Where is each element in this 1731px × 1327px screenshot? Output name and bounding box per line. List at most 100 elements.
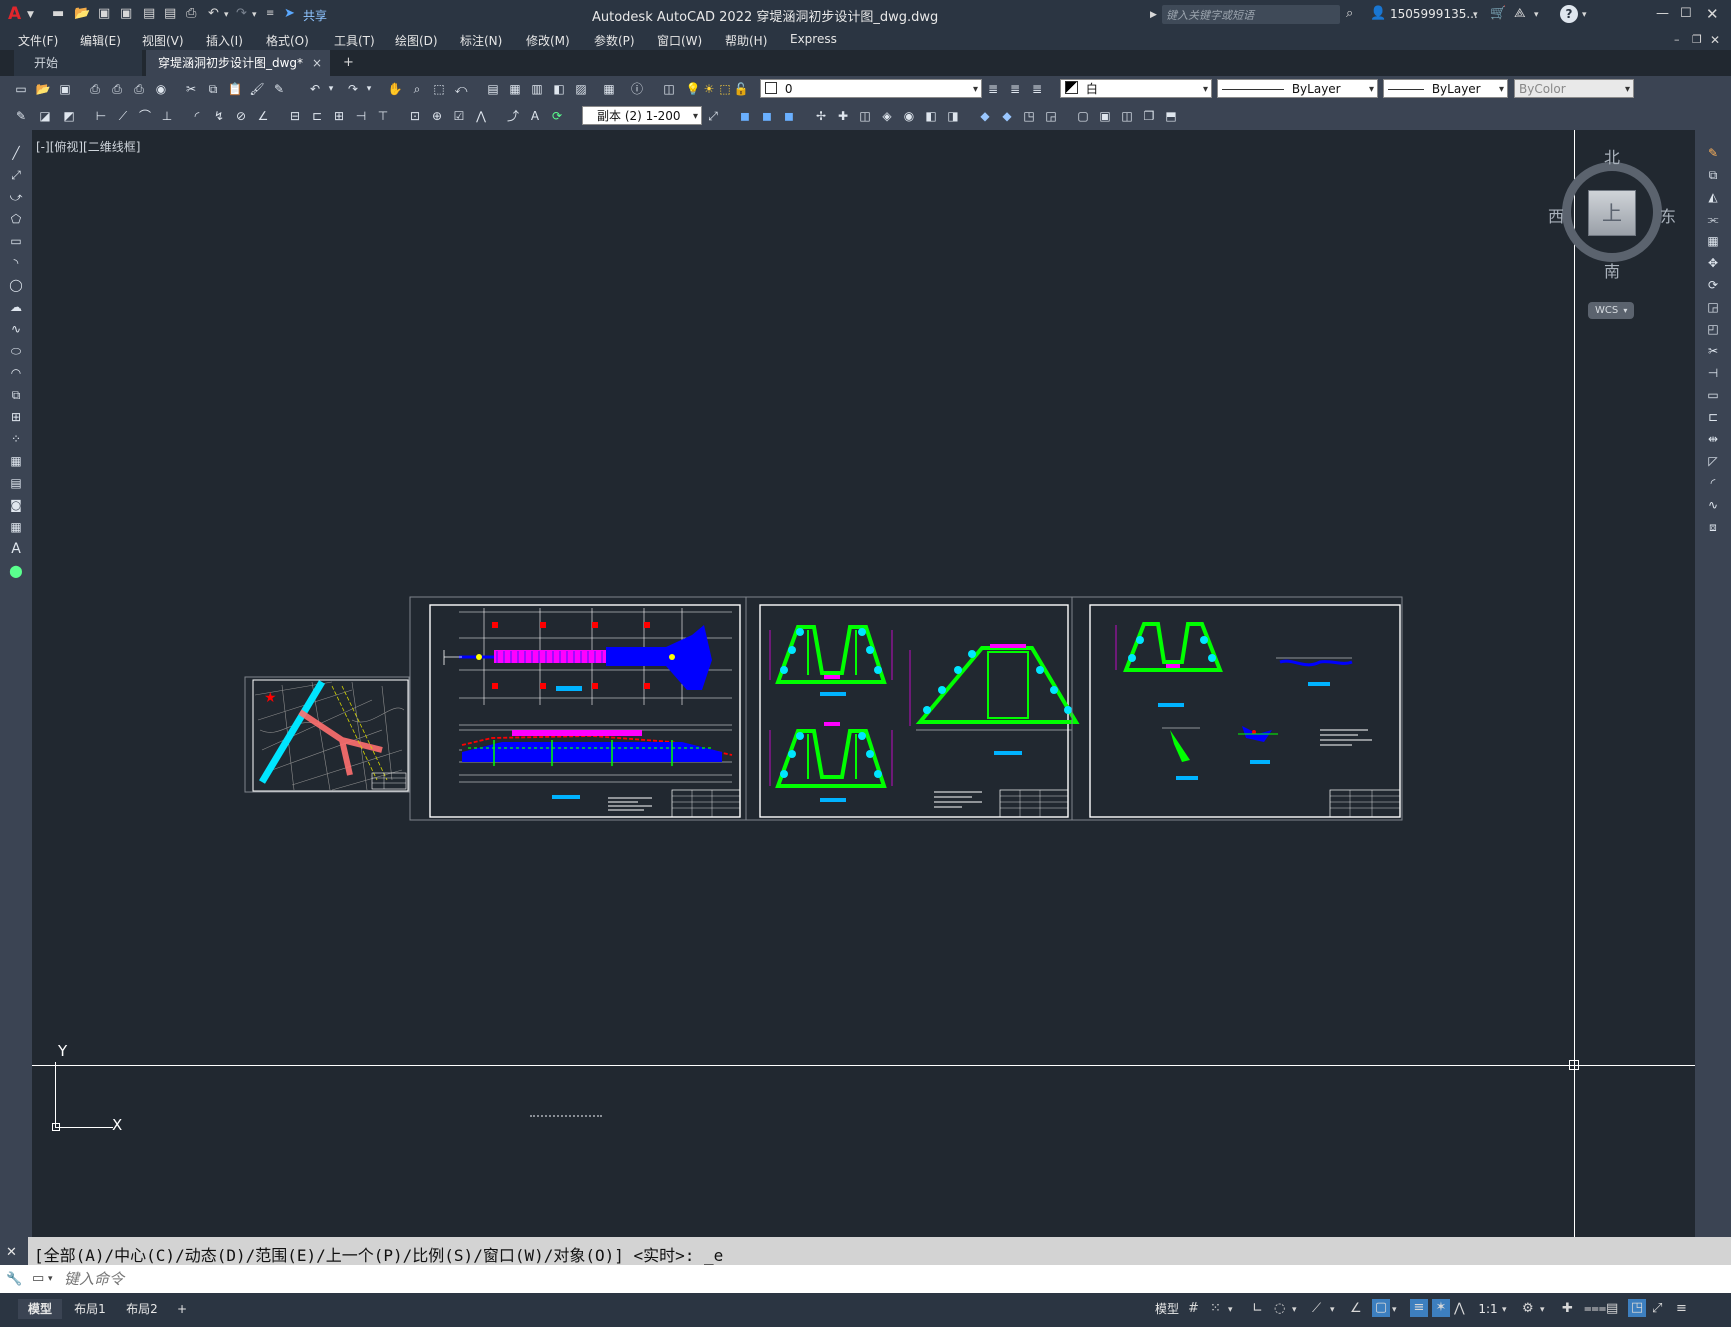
layer-previous-icon[interactable]: ≣: [1006, 80, 1024, 98]
menu-draw[interactable]: 绘图(D): [395, 32, 438, 49]
layer-combo[interactable]: 0 ▾: [760, 79, 982, 98]
align-3d-icon[interactable]: ◫: [856, 107, 874, 125]
fillet-tool-icon[interactable]: ◜: [1704, 474, 1722, 492]
command-input[interactable]: [62, 1268, 1666, 1290]
sweep-icon[interactable]: ◳: [1020, 107, 1038, 125]
undo-dropdown-icon[interactable]: ▾: [322, 80, 340, 98]
redo-dropdown-icon[interactable]: ▾: [360, 80, 378, 98]
markup-icon[interactable]: ▨: [572, 80, 590, 98]
qnew-icon[interactable]: ▭: [12, 80, 30, 98]
tab-start[interactable]: 开始: [14, 50, 142, 76]
layer-match-icon[interactable]: ◪: [36, 107, 54, 125]
web-save-icon[interactable]: ▤: [164, 5, 176, 23]
polyline-tool-icon[interactable]: ⤻: [7, 188, 25, 206]
recent-commands-dropdown-icon[interactable]: ▾: [48, 1270, 53, 1288]
snap-icon[interactable]: ⁙: [1210, 1300, 1221, 1318]
calculator-icon[interactable]: ▦: [600, 80, 618, 98]
extend-tool-icon[interactable]: ⊣: [1704, 364, 1722, 382]
new-file-icon[interactable]: ▬: [52, 5, 64, 23]
command-line[interactable]: 🔧 ▭ ▾: [0, 1265, 1731, 1293]
dim-edit-icon[interactable]: ⤴: [504, 107, 522, 125]
block-editor-icon[interactable]: ✎: [270, 80, 288, 98]
menu-express[interactable]: Express: [790, 32, 837, 46]
lineweight-combo[interactable]: ByLayer ▾: [1383, 79, 1508, 98]
customize-command-icon[interactable]: 🔧: [6, 1271, 22, 1289]
dim-aligned-icon[interactable]: ⟋: [114, 107, 132, 125]
menu-window[interactable]: 窗口(W): [657, 32, 702, 49]
blend-tool-icon[interactable]: ∿: [1704, 496, 1722, 514]
grid-icon[interactable]: #: [1188, 1300, 1199, 1318]
rotate-3d-icon[interactable]: ✚: [834, 107, 852, 125]
chamfer-tool-icon[interactable]: ◸: [1704, 452, 1722, 470]
units-icon[interactable]: ⩶: [1584, 1300, 1606, 1318]
dim-break-icon[interactable]: ⊤: [374, 107, 392, 125]
customize-status-icon[interactable]: ≡: [1676, 1300, 1687, 1318]
menu-file[interactable]: 文件(F): [18, 32, 58, 49]
copy-icon[interactable]: ⧉: [204, 80, 222, 98]
dim-space-icon[interactable]: ⊣: [352, 107, 370, 125]
customize-qat-icon[interactable]: ≡: [266, 5, 274, 23]
plot-icon[interactable]: ⎙: [86, 80, 104, 98]
menu-edit[interactable]: 编辑(E): [80, 32, 121, 49]
arc-tool-icon[interactable]: ◝: [7, 254, 25, 272]
doc-minimize-icon[interactable]: –: [1674, 31, 1680, 49]
point-tool-icon[interactable]: ⁘: [7, 430, 25, 448]
redo-icon[interactable]: ↷: [236, 5, 247, 23]
trim-tool-icon[interactable]: ✂: [1704, 342, 1722, 360]
union-icon[interactable]: ◼: [736, 107, 754, 125]
layer-lock-icon[interactable]: 🔓: [732, 80, 750, 98]
dim-jogged-icon[interactable]: ↯: [210, 107, 228, 125]
graphics-performance-icon[interactable]: ◳: [1628, 1299, 1646, 1317]
quick-properties-icon[interactable]: ▤: [1606, 1300, 1618, 1318]
minimize-icon[interactable]: —: [1656, 5, 1669, 23]
dimstyle-manager-icon[interactable]: ⤢: [704, 107, 722, 125]
recent-commands-icon[interactable]: ▭: [32, 1270, 44, 1288]
dim-radius-icon[interactable]: ◜: [188, 107, 206, 125]
menu-insert[interactable]: 插入(I): [206, 32, 243, 49]
isodraft-icon[interactable]: ⟋: [1312, 1300, 1321, 1318]
command-close-icon[interactable]: ✕: [6, 1244, 17, 1262]
isodraft-dropdown-icon[interactable]: ▾: [1330, 1301, 1335, 1319]
apps-dropdown-icon[interactable]: ▾: [1534, 6, 1539, 24]
drawing-sheets[interactable]: ★: [32, 130, 1695, 1237]
add-layout-tab[interactable]: +: [172, 1299, 192, 1319]
polar-dropdown-icon[interactable]: ▾: [1292, 1301, 1297, 1319]
spline-tool-icon[interactable]: ∿: [7, 320, 25, 338]
menu-modify[interactable]: 修改(M): [526, 32, 570, 49]
loft-icon[interactable]: ◲: [1042, 107, 1060, 125]
menu-parametric[interactable]: 参数(P): [594, 32, 635, 49]
sheet-set-icon[interactable]: ◧: [550, 80, 568, 98]
osnap-icon[interactable]: ▢: [1372, 1299, 1390, 1317]
user-dropdown-icon[interactable]: ▾: [1473, 6, 1478, 24]
table-tool-icon[interactable]: ▦: [7, 518, 25, 536]
paste-icon[interactable]: 📋: [226, 80, 244, 98]
undo-dropdown-icon[interactable]: ▾: [224, 6, 229, 24]
app-menu-arrow-icon[interactable]: ▼: [27, 6, 34, 24]
erase-tool-icon[interactable]: ✎: [1704, 144, 1722, 162]
vp-create-icon[interactable]: ▢: [1074, 107, 1092, 125]
ellipse-tool-icon[interactable]: ⬭: [7, 342, 25, 360]
workspace-gear-icon[interactable]: ⚙: [1522, 1300, 1534, 1318]
break-point-tool-icon[interactable]: ▭: [1704, 386, 1722, 404]
save-icon[interactable]: ▣: [56, 80, 74, 98]
drawing-canvas[interactable]: [-][俯视][二维线框] 上 北 南 西 东 WCS ▾ Y X ★: [32, 130, 1695, 1237]
hatch-tool-icon[interactable]: ▦: [7, 452, 25, 470]
make-current-layer-icon[interactable]: ≣: [984, 80, 1002, 98]
publish-icon[interactable]: ⎙: [130, 80, 148, 98]
dim-linear-icon[interactable]: ⊢: [92, 107, 110, 125]
plot-preview-icon[interactable]: ⎙: [108, 80, 126, 98]
center-mark-icon[interactable]: ⊕: [428, 107, 446, 125]
user-icon[interactable]: 👤: [1370, 5, 1386, 23]
plotstyle-combo[interactable]: ByColor ▾: [1514, 79, 1634, 98]
join-tool-icon[interactable]: ⇹: [1704, 430, 1722, 448]
linetype-combo[interactable]: ByLayer ▾: [1217, 79, 1378, 98]
maximize-icon[interactable]: ☐: [1680, 5, 1692, 23]
stretch-tool-icon[interactable]: ◰: [1704, 320, 1722, 338]
dimstyle-combo[interactable]: 副本 (2) 1-200 ▾: [582, 106, 702, 125]
properties-icon[interactable]: ▤: [484, 80, 502, 98]
dim-angular-icon[interactable]: ∠: [254, 107, 272, 125]
close-icon[interactable]: ✕: [1706, 5, 1719, 23]
doc-close-icon[interactable]: ✕: [1710, 31, 1720, 49]
otrack-icon[interactable]: ∠: [1350, 1300, 1362, 1318]
help-icon[interactable]: ⓘ: [628, 80, 646, 98]
